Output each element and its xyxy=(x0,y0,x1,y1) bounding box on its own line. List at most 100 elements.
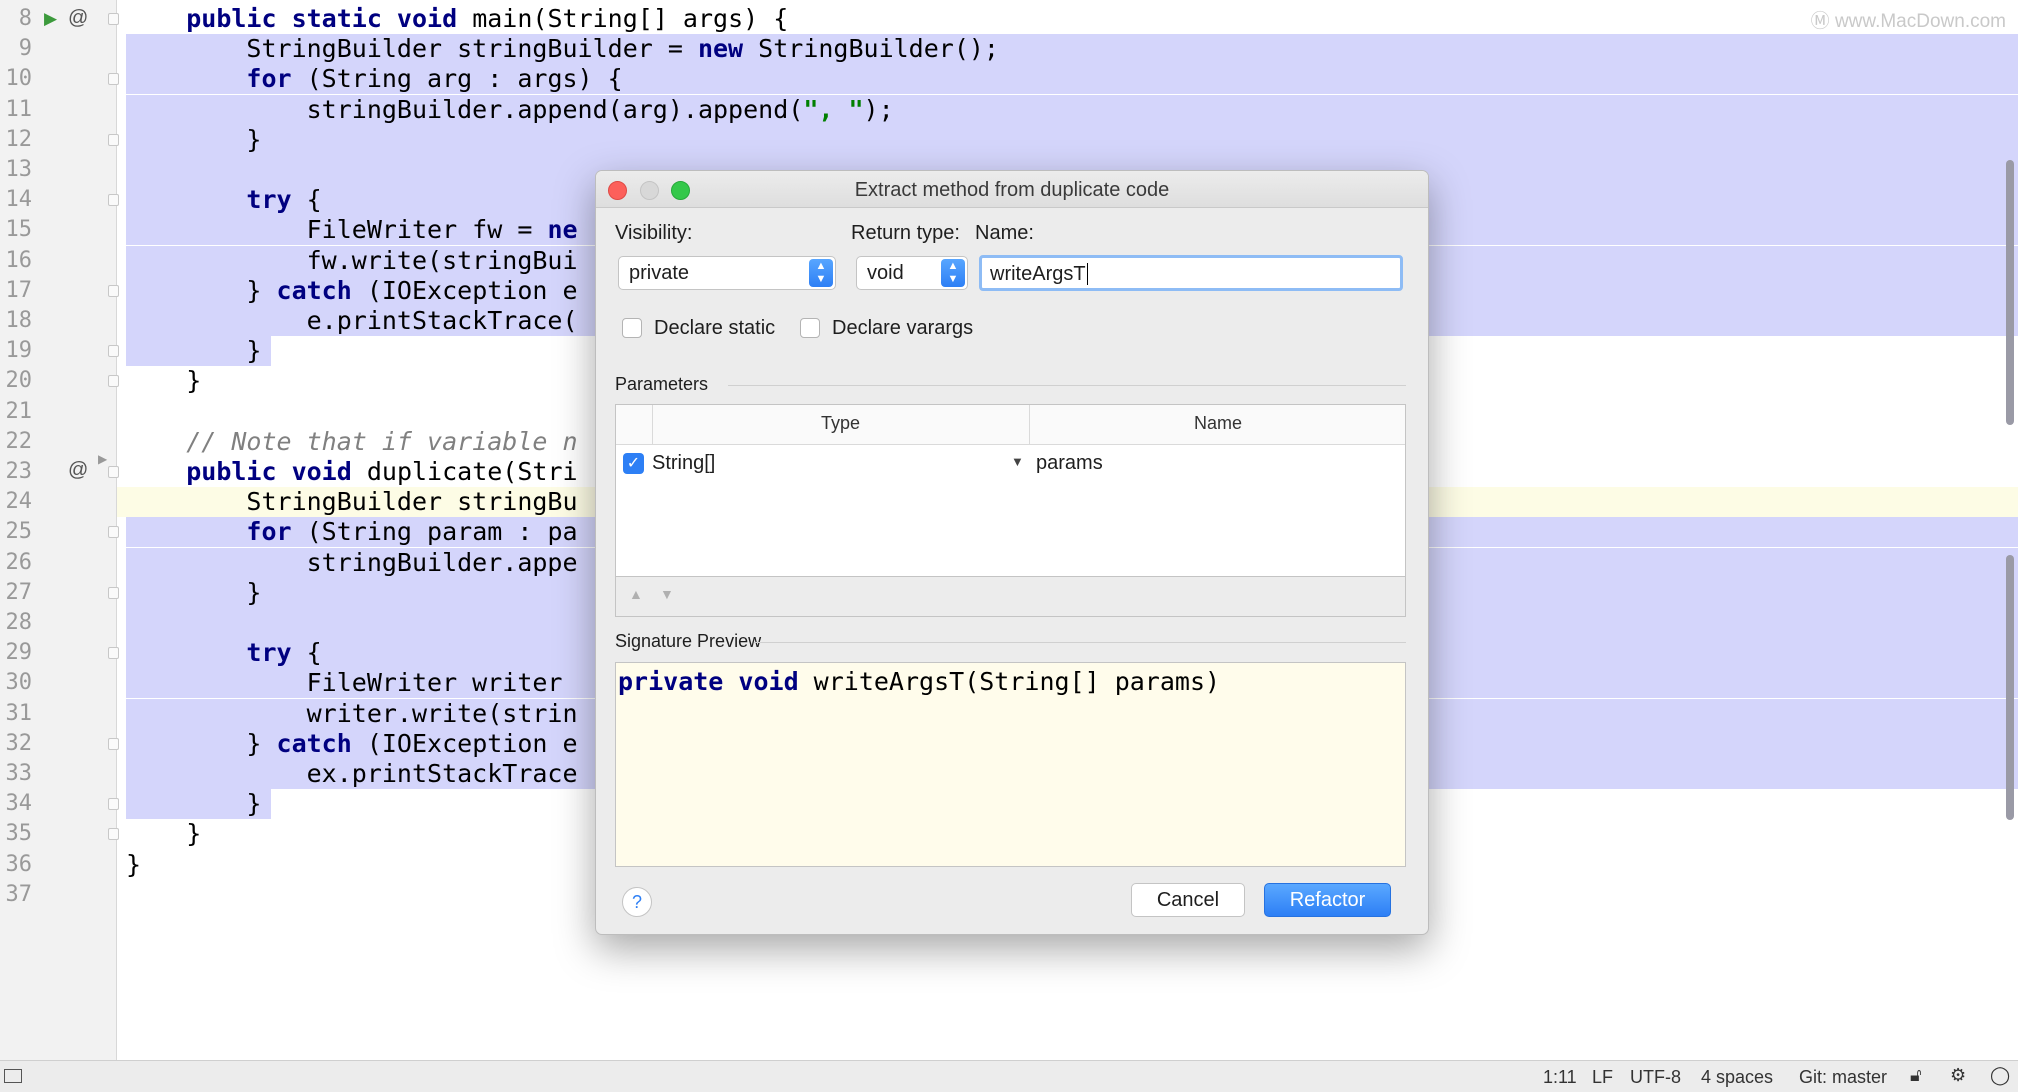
param-name[interactable]: params xyxy=(1036,452,1103,475)
code-text: fw.write(stringBui xyxy=(126,245,578,275)
line-number: 25 xyxy=(5,519,33,545)
line-number: 14 xyxy=(5,187,33,213)
code-text: } catch (IOException e xyxy=(126,728,578,758)
caret-position[interactable]: 1:11 xyxy=(1543,1067,1577,1088)
toggle-tool-windows-icon[interactable] xyxy=(4,1069,22,1083)
updown-arrows-icon: ▲ ▼ xyxy=(941,259,965,287)
declare-static-checkbox[interactable] xyxy=(622,318,642,338)
line-number: 35 xyxy=(5,821,33,847)
param-enabled-checkbox[interactable]: ✓ xyxy=(623,453,644,474)
declare-varargs-label: Declare varargs xyxy=(832,317,974,339)
run-icon[interactable]: ▶ xyxy=(44,4,57,34)
fold-icon[interactable] xyxy=(108,466,119,478)
code-text: } xyxy=(126,819,202,849)
git-branch[interactable]: Git: master xyxy=(1799,1067,1887,1088)
return-type-value: void xyxy=(867,262,904,284)
visibility-value: private xyxy=(629,262,690,284)
parameters-toolbar: ▲ ▼ xyxy=(615,577,1406,617)
fold-icon[interactable] xyxy=(108,284,119,297)
line-number: 33 xyxy=(5,761,33,786)
code-line[interactable]: 9 StringBuilder stringBuilder = new Stri… xyxy=(0,34,2018,65)
code-text: ex.printStackTrace xyxy=(126,759,578,788)
visibility-select[interactable]: private ▲ ▼ xyxy=(618,256,836,290)
declare-static-label: Declare static xyxy=(654,317,776,339)
watermark-text: www.MacDown.com xyxy=(1834,11,2006,32)
updown-arrows-icon: ▲ ▼ xyxy=(809,259,833,287)
method-name-value: writeArgsT xyxy=(990,263,1086,285)
annotation-icon: @ xyxy=(68,7,89,29)
parameters-section-label: Parameters xyxy=(615,374,709,394)
fold-icon[interactable] xyxy=(108,828,119,841)
fold-icon[interactable] xyxy=(108,13,119,25)
fold-icon[interactable] xyxy=(108,73,119,86)
watermark: Ⓜ www.MacDown.com xyxy=(1811,6,2006,33)
notifications-icon[interactable]: ◯ xyxy=(1990,1065,2010,1086)
section-divider xyxy=(728,385,1406,386)
line-number: 9 xyxy=(18,36,32,62)
code-text: } xyxy=(126,366,202,396)
move-down-icon[interactable]: ▼ xyxy=(660,586,674,602)
code-text: stringBuilder.appe xyxy=(126,547,578,577)
code-text: } xyxy=(126,789,262,819)
fold-icon[interactable] xyxy=(108,737,119,750)
line-separator[interactable]: LF xyxy=(1592,1067,1613,1088)
fold-icon[interactable] xyxy=(108,586,119,599)
scrollbar-thumb[interactable] xyxy=(2006,555,2014,820)
code-text: writer.write(strin xyxy=(126,698,578,728)
refactor-button[interactable]: Refactor xyxy=(1264,883,1391,917)
code-line[interactable]: 8 public static void main(String[] args)… xyxy=(0,4,2018,34)
declare-varargs-checkbox[interactable] xyxy=(800,318,820,338)
cancel-button[interactable]: Cancel xyxy=(1131,883,1245,917)
fold-icon[interactable] xyxy=(108,194,119,207)
selection-highlight xyxy=(126,124,2018,155)
return-type-select[interactable]: void ▲ ▼ xyxy=(856,256,968,290)
annotation-icon: @ xyxy=(68,459,89,481)
line-number: 15 xyxy=(5,217,33,243)
code-text: } xyxy=(126,336,262,366)
extract-method-dialog: Extract method from duplicate code Visib… xyxy=(595,170,1429,935)
signature-preview-label: Signature Preview xyxy=(615,631,762,651)
code-text: for (String arg : args) { xyxy=(246,64,623,94)
table-row[interactable]: ✓ String[] ▼ params xyxy=(616,445,1405,483)
fold-icon[interactable] xyxy=(108,375,119,388)
code-line[interactable]: 11 stringBuilder.append(arg).append(", "… xyxy=(0,94,2018,125)
column-divider xyxy=(1029,405,1030,444)
code-text: for (String param : pa xyxy=(246,517,578,547)
column-divider xyxy=(652,405,653,444)
dropdown-triangle-icon[interactable]: ▼ xyxy=(1011,454,1024,469)
parameters-table[interactable]: Type Name ✓ String[] ▼ params xyxy=(615,404,1406,577)
name-column-header[interactable]: Name xyxy=(1194,413,1242,434)
fold-icon[interactable] xyxy=(108,133,119,146)
line-number: 24 xyxy=(5,489,33,515)
code-text: public static void main(String[] args) { xyxy=(186,4,789,33)
fold-icon[interactable] xyxy=(108,526,119,539)
text-cursor xyxy=(1086,263,1088,285)
lock-icon[interactable]: 🔓︎ xyxy=(1910,1065,1922,1086)
code-line[interactable]: 10 for (String arg : args) { xyxy=(0,64,2018,95)
line-number: 30 xyxy=(5,670,33,696)
scrollbar[interactable] xyxy=(2004,0,2018,1060)
indent-setting[interactable]: 4 spaces xyxy=(1701,1067,1773,1088)
file-encoding[interactable]: UTF-8 xyxy=(1630,1067,1681,1088)
help-button[interactable]: ? xyxy=(622,887,652,917)
line-number: 20 xyxy=(5,368,33,394)
line-number: 23 xyxy=(5,459,33,484)
inspector-icon[interactable]: ⚙︎ xyxy=(1950,1065,1966,1086)
line-number: 10 xyxy=(5,66,33,92)
line-number: 8 xyxy=(18,6,32,31)
code-text: StringBuilder stringBuilder = new String… xyxy=(126,34,999,64)
fold-icon[interactable] xyxy=(108,345,119,358)
fold-icon[interactable] xyxy=(108,647,119,660)
scrollbar-thumb[interactable] xyxy=(2006,160,2014,425)
code-text: try { xyxy=(246,638,322,668)
signature-preview: private void writeArgsT(String[] params) xyxy=(615,662,1406,867)
line-number: 18 xyxy=(5,308,33,333)
code-text: try { xyxy=(246,185,322,215)
move-up-icon[interactable]: ▲ xyxy=(629,586,643,602)
code-line[interactable]: 12 } xyxy=(0,124,2018,155)
fold-icon[interactable] xyxy=(108,798,119,811)
type-column-header[interactable]: Type xyxy=(821,413,860,434)
line-number: 22 xyxy=(5,428,33,454)
method-name-input[interactable]: writeArgsT xyxy=(979,255,1403,291)
code-text: StringBuilder stringBu xyxy=(126,487,578,517)
